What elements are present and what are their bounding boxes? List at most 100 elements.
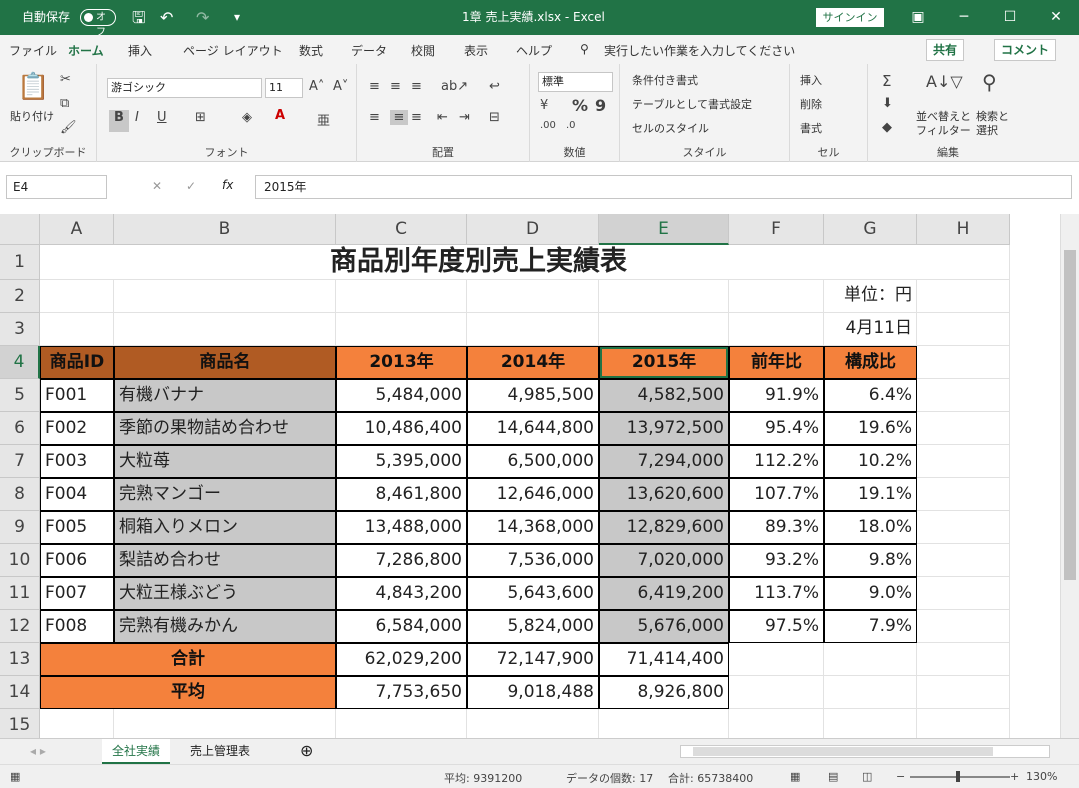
clear-icon[interactable]: ◆ (882, 120, 892, 135)
value-cell[interactable]: 97.5% (729, 610, 824, 643)
value-cell[interactable]: 5,824,000 (467, 610, 599, 643)
enter-icon[interactable]: ✓ (186, 179, 196, 193)
tab-file[interactable]: ファイル (9, 42, 57, 59)
value-cell[interactable]: 5,395,000 (336, 445, 467, 478)
grid-cell[interactable] (917, 610, 1010, 643)
value-cell[interactable]: 4,843,200 (336, 577, 467, 610)
name-cell[interactable]: 有機バナナ (114, 379, 336, 412)
tab-view[interactable]: 表示 (464, 42, 488, 59)
value-cell[interactable]: 14,644,800 (467, 412, 599, 445)
name-cell[interactable]: 大粒王様ぶどう (114, 577, 336, 610)
horizontal-scrollbar[interactable] (680, 745, 1050, 758)
tab-review[interactable]: 校閲 (411, 42, 435, 59)
column-header-c[interactable]: C (336, 214, 467, 245)
fill-color-icon[interactable]: ◈ (242, 110, 252, 125)
grid-cell[interactable] (917, 709, 1010, 738)
align-top-icon[interactable]: ≡ (369, 79, 380, 94)
shrink-font-icon[interactable]: A˅ (333, 79, 348, 94)
row-header-7[interactable]: 7 (0, 445, 40, 478)
formula-input[interactable]: 2015年 (255, 175, 1072, 199)
select-all-corner[interactable] (0, 214, 40, 245)
value-cell[interactable]: 13,620,600 (599, 478, 729, 511)
average-value[interactable]: 7,753,650 (336, 676, 467, 709)
average-value[interactable]: 9,018,488 (467, 676, 599, 709)
header-cell[interactable]: 2014年 (467, 346, 599, 379)
conditional-format-button[interactable]: 条件付き書式 (632, 72, 698, 88)
scroll-thumb[interactable] (1064, 250, 1076, 580)
header-cell[interactable]: 構成比 (824, 346, 917, 379)
value-cell[interactable]: 7,536,000 (467, 544, 599, 577)
format-as-table-button[interactable]: テーブルとして書式設定 (632, 96, 752, 112)
add-sheet-icon[interactable]: ⊕ (290, 739, 323, 764)
maximize-button[interactable]: ☐ (987, 0, 1033, 35)
name-cell[interactable]: 梨詰め合わせ (114, 544, 336, 577)
currency-icon[interactable]: ¥ (540, 98, 548, 113)
row-header-13[interactable]: 13 (0, 643, 40, 676)
sheet-tab-all[interactable]: 全社実績 (102, 739, 171, 764)
total-value[interactable]: 62,029,200 (336, 643, 467, 676)
total-value[interactable]: 71,414,400 (599, 643, 729, 676)
row-header-15[interactable]: 15 (0, 709, 40, 738)
format-painter-icon[interactable]: 🖌 (60, 120, 77, 135)
grid-cell[interactable] (40, 280, 114, 313)
grid-cell[interactable] (917, 346, 1010, 379)
value-cell[interactable]: 18.0% (824, 511, 917, 544)
cancel-icon[interactable]: ✕ (152, 179, 162, 193)
autosum-icon[interactable]: Σ (882, 72, 891, 90)
minimize-button[interactable]: ─ (941, 0, 987, 35)
fill-icon[interactable]: ⬇ (882, 96, 893, 111)
sort-filter-label-2[interactable]: フィルター (916, 122, 971, 138)
border-icon[interactable]: ⊞ (195, 110, 206, 125)
header-cell[interactable]: 商品ID (40, 346, 114, 379)
decrease-decimal-icon[interactable]: .0 (566, 120, 576, 131)
redo-icon[interactable]: ↷ (196, 0, 209, 35)
column-header-e[interactable]: E (599, 214, 729, 245)
value-cell[interactable]: 91.9% (729, 379, 824, 412)
id-cell[interactable]: F005 (40, 511, 114, 544)
header-cell[interactable]: 2015年 (599, 346, 729, 379)
italic-button[interactable]: I (135, 110, 139, 125)
macro-icon[interactable]: ▦ (10, 770, 20, 783)
tab-help[interactable]: ヘルプ (516, 42, 552, 59)
name-cell[interactable]: 完熟マンゴー (114, 478, 336, 511)
row-header-12[interactable]: 12 (0, 610, 40, 643)
value-cell[interactable]: 14,368,000 (467, 511, 599, 544)
grid-cell[interactable] (336, 280, 467, 313)
id-cell[interactable]: F006 (40, 544, 114, 577)
grid-cell[interactable] (917, 544, 1010, 577)
page-layout-view-icon[interactable]: ▤ (828, 770, 838, 783)
grid-cell[interactable] (114, 313, 336, 346)
value-cell[interactable]: 7,294,000 (599, 445, 729, 478)
value-cell[interactable]: 19.1% (824, 478, 917, 511)
orientation-icon[interactable]: ab↗ (441, 79, 468, 94)
grid-cell[interactable] (599, 709, 729, 738)
bold-button[interactable]: B (109, 110, 129, 132)
autosave-toggle[interactable]: オフ (80, 9, 116, 38)
save-icon[interactable]: 🖫 (132, 0, 146, 35)
row-header-5[interactable]: 5 (0, 379, 40, 412)
grid-cell[interactable] (917, 280, 1010, 313)
column-header-d[interactable]: D (467, 214, 599, 245)
comment-button[interactable]: コメント (994, 39, 1057, 61)
grid-cell[interactable] (729, 313, 824, 346)
share-button[interactable]: 共有 (926, 39, 965, 61)
grid-cell[interactable] (336, 709, 467, 738)
zoom-slider[interactable] (910, 771, 1010, 782)
name-box[interactable]: E4 (6, 175, 107, 199)
value-cell[interactable]: 7.9% (824, 610, 917, 643)
value-cell[interactable]: 13,972,500 (599, 412, 729, 445)
page-break-view-icon[interactable]: ◫ (862, 770, 872, 783)
format-cells-button[interactable]: 書式 (800, 120, 822, 136)
total-value[interactable]: 72,147,900 (467, 643, 599, 676)
value-cell[interactable]: 9.8% (824, 544, 917, 577)
paste-icon[interactable]: 📋 (17, 72, 49, 102)
grid-cell[interactable] (467, 280, 599, 313)
value-cell[interactable]: 95.4% (729, 412, 824, 445)
grid-cell[interactable] (917, 379, 1010, 412)
copy-icon[interactable]: ⧉ (60, 96, 69, 111)
align-bottom-icon[interactable]: ≡ (411, 79, 422, 94)
value-cell[interactable]: 7,020,000 (599, 544, 729, 577)
value-cell[interactable]: 112.2% (729, 445, 824, 478)
grid-cell[interactable] (917, 313, 1010, 346)
grid-cell[interactable] (917, 412, 1010, 445)
